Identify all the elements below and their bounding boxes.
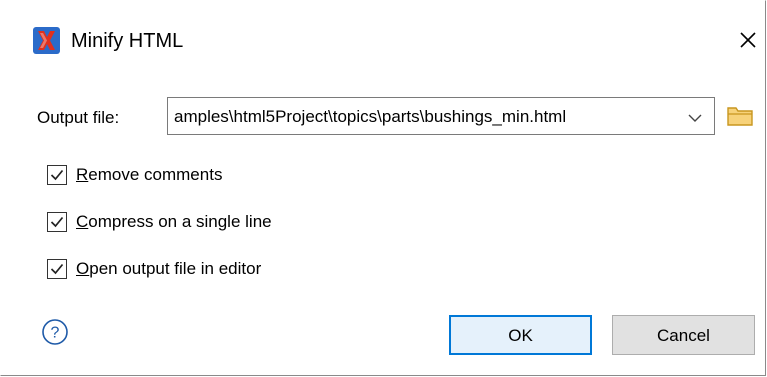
output-file-label: Output file: — [37, 108, 120, 127]
checkmark-icon — [50, 216, 64, 228]
remove-comments-label: Remove comments — [76, 163, 222, 187]
checkmark-icon — [50, 263, 64, 275]
remove-comments-text: emove comments — [88, 165, 223, 184]
compress-single-line-mnemonic: C — [76, 212, 89, 231]
remove-comments-mnemonic: R — [76, 165, 89, 184]
checkmark-icon — [50, 169, 64, 181]
open-in-editor-checkbox[interactable] — [47, 259, 67, 279]
oxygen-x-icon — [33, 27, 60, 54]
ok-button[interactable]: OK — [449, 315, 592, 355]
compress-single-line-label: Compress on a single line — [76, 210, 272, 234]
open-in-editor-mnemonic: O — [76, 259, 90, 278]
output-file-combobox[interactable]: amples\html5Project\topics\parts\bushing… — [167, 97, 715, 135]
help-icon[interactable]: ? — [41, 318, 69, 346]
remove-comments-checkbox[interactable] — [47, 165, 67, 185]
dialog-title: Minify HTML — [71, 30, 184, 52]
svg-text:?: ? — [51, 325, 60, 342]
close-icon[interactable] — [733, 25, 763, 55]
open-in-editor-text: pen output file in editor — [89, 259, 262, 278]
minify-html-dialog: Minify HTML Output file: amples\html5Pro… — [0, 0, 766, 376]
title-bar[interactable]: Minify HTML — [1, 1, 766, 75]
cancel-button[interactable]: Cancel — [612, 315, 755, 355]
open-in-editor-label: Open output file in editor — [76, 257, 261, 281]
compress-single-line-checkbox[interactable] — [47, 212, 67, 232]
output-file-input[interactable]: amples\html5Project\topics\parts\bushing… — [174, 106, 566, 128]
folder-icon[interactable] — [725, 103, 755, 129]
compress-single-line-text: ompress on a single line — [88, 212, 272, 231]
chevron-down-icon[interactable] — [687, 113, 703, 123]
